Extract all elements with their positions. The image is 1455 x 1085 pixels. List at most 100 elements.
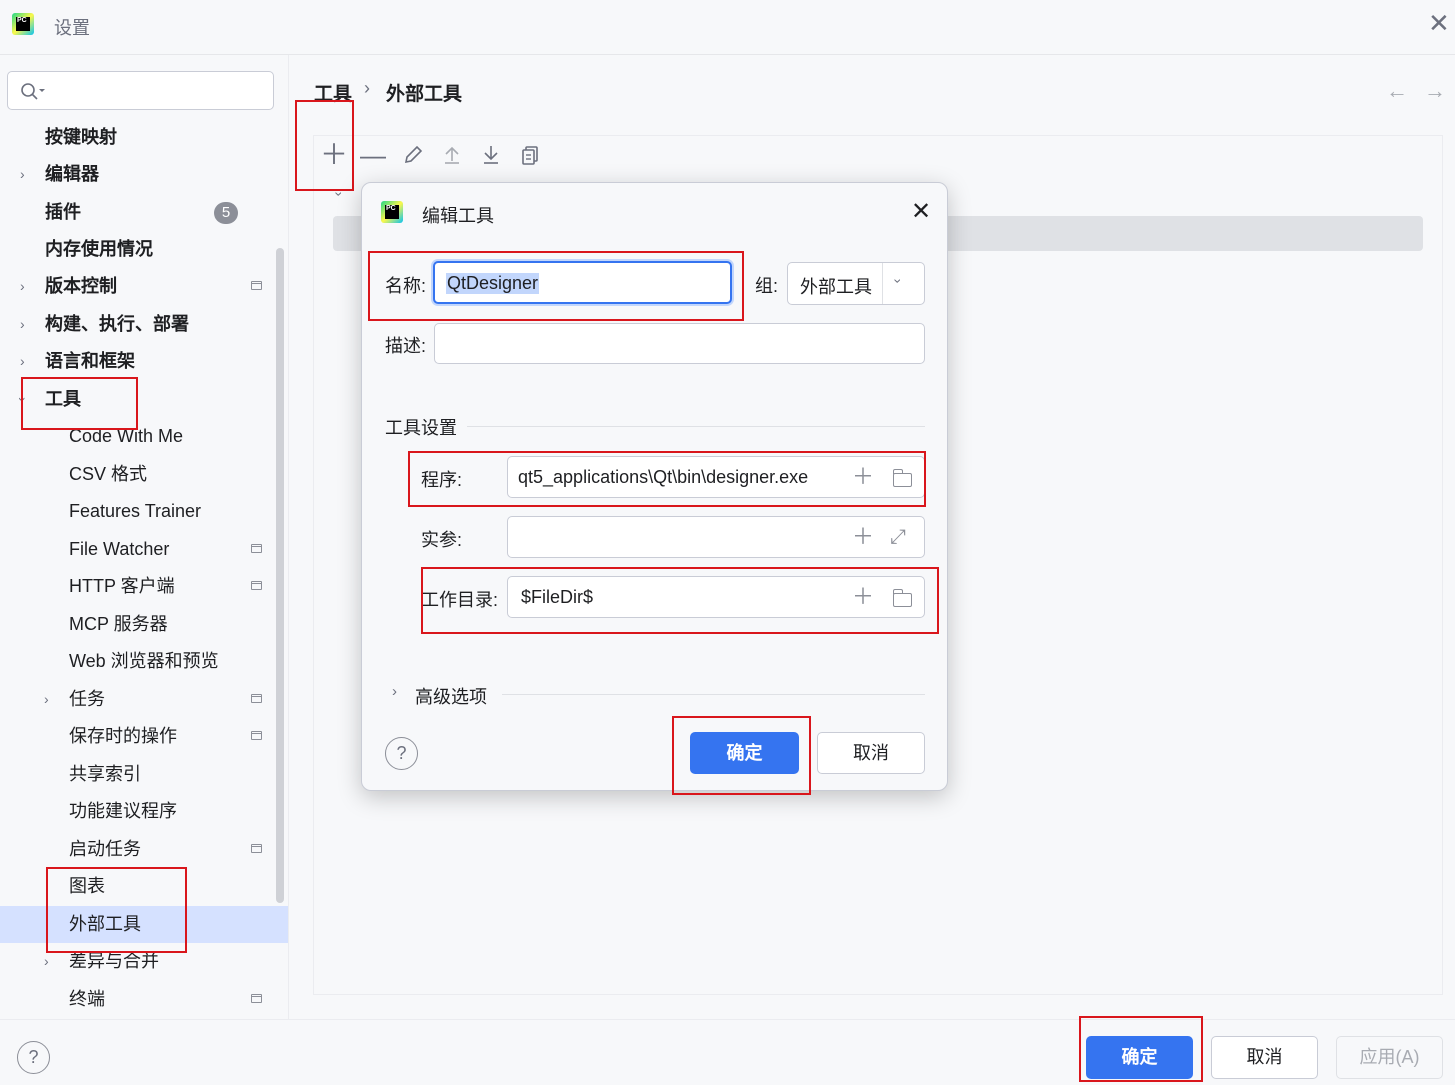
search-input[interactable] — [7, 71, 274, 110]
sidebar-item-label: 构建、执行、部署 — [45, 314, 189, 334]
browse-folder-icon[interactable] — [892, 589, 912, 607]
sidebar-item-keymap[interactable]: 按键映射 — [0, 119, 288, 156]
project-settings-icon — [251, 581, 262, 590]
advanced-options-toggle[interactable]: 高级选项 — [415, 683, 487, 709]
sidebar-item-label: 保存时的操作 — [69, 726, 177, 746]
sidebar-item-label: 功能建议程序 — [69, 801, 177, 821]
group-select-value: 外部工具 — [800, 277, 872, 297]
help-icon[interactable]: ? — [385, 737, 418, 770]
sidebar-item-label: 插件 — [45, 202, 81, 222]
sidebar-item-features-trainer[interactable]: Features Trainer — [0, 493, 288, 530]
project-settings-icon — [251, 994, 262, 1003]
chevron-right-icon[interactable]: › — [20, 306, 25, 343]
sidebar-item-memory[interactable]: 内存使用情况 — [0, 231, 288, 268]
sidebar-item-label: 外部工具 — [69, 914, 141, 934]
working-directory-value: $FileDir$ — [521, 587, 594, 607]
plugins-count-badge: 5 — [214, 202, 238, 224]
chevron-down-icon[interactable]: › — [4, 397, 41, 402]
dialog-title: 编辑工具 — [422, 206, 494, 226]
arguments-field[interactable]: ＋ ⤢ — [507, 516, 925, 558]
sidebar-item-actions-on-save[interactable]: 保存时的操作 — [0, 718, 288, 755]
project-settings-icon — [251, 844, 262, 853]
chevron-right-icon[interactable]: › — [392, 683, 397, 700]
sidebar-item-web-browsers[interactable]: Web 浏览器和预览 — [0, 643, 288, 680]
apply-button[interactable]: 应用(A) — [1336, 1036, 1443, 1079]
working-directory-field[interactable]: $FileDir$ ＋ — [507, 576, 925, 618]
sidebar-item-feature-suggester[interactable]: 功能建议程序 — [0, 793, 288, 830]
description-field[interactable] — [434, 323, 925, 364]
search-icon — [21, 83, 45, 100]
close-window-icon[interactable]: ✕ — [1428, 8, 1450, 39]
advanced-divider — [502, 694, 925, 695]
sidebar-item-label: 启动任务 — [69, 839, 141, 859]
sidebar-item-terminal[interactable]: 终端 — [0, 981, 288, 1018]
back-arrow-icon[interactable]: ← — [1386, 78, 1408, 104]
sidebar-item-shared-indexes[interactable]: 共享索引 — [0, 756, 288, 793]
close-dialog-icon[interactable]: ✕ — [911, 197, 931, 226]
description-label: 描述: — [385, 336, 427, 356]
select-divider — [882, 263, 883, 304]
chevron-right-icon[interactable]: › — [20, 343, 25, 380]
chevron-down-icon[interactable]: › — [331, 192, 347, 197]
browse-folder-icon[interactable] — [892, 469, 912, 487]
forward-arrow-icon[interactable]: → — [1424, 78, 1446, 104]
name-field-value: QtDesigner — [446, 273, 540, 294]
sidebar-item-file-watcher[interactable]: File Watcher — [0, 531, 288, 568]
sidebar-item-label: 版本控制 — [45, 276, 117, 296]
program-field[interactable]: qt5_applications\Qt\bin\designer.exe ＋ — [507, 456, 925, 498]
pycharm-logo-icon: PC — [12, 13, 34, 35]
insert-macro-icon[interactable]: ＋ — [852, 586, 874, 608]
copy-icon[interactable] — [515, 140, 545, 170]
name-field[interactable]: QtDesigner — [433, 261, 732, 304]
edit-pencil-icon[interactable] — [398, 140, 428, 170]
sidebar-item-mcp[interactable]: MCP 服务器 — [0, 606, 288, 643]
sidebar-item-tools[interactable]: › 工具 — [0, 381, 288, 418]
title-bar: PC 设置 ✕ — [0, 0, 1455, 55]
sidebar-item-external-tools[interactable]: 外部工具 — [0, 906, 288, 943]
sidebar-item-tasks[interactable]: › 任务 — [0, 681, 288, 718]
chevron-right-icon[interactable]: › — [44, 681, 49, 718]
working-directory-label: 工作目录: — [421, 590, 499, 610]
chevron-right-icon[interactable]: › — [44, 943, 49, 980]
dialog-cancel-button[interactable]: 取消 — [817, 732, 925, 774]
sidebar-item-label: CSV 格式 — [69, 464, 148, 484]
expand-icon[interactable]: ⤢ — [890, 526, 906, 548]
insert-macro-icon[interactable]: ＋ — [852, 526, 874, 548]
sidebar-item-csv[interactable]: CSV 格式 — [0, 456, 288, 493]
chevron-right-icon[interactable]: › — [20, 268, 25, 305]
insert-macro-icon[interactable]: ＋ — [852, 466, 874, 488]
sidebar-item-vcs[interactable]: › 版本控制 — [0, 268, 288, 305]
dialog-ok-button[interactable]: 确定 — [690, 732, 799, 774]
help-icon[interactable]: ? — [17, 1041, 50, 1074]
sidebar-item-editor[interactable]: › 编辑器 — [0, 156, 288, 193]
sidebar-item-http-client[interactable]: HTTP 客户端 — [0, 568, 288, 605]
remove-icon[interactable]: — — [358, 140, 388, 170]
arguments-label: 实参: — [421, 530, 463, 550]
sidebar-item-label: 内存使用情况 — [45, 239, 153, 259]
sidebar-item-label: Features Trainer — [69, 501, 202, 521]
program-label: 程序: — [421, 470, 463, 490]
sidebar-item-label: 任务 — [69, 689, 105, 709]
sidebar-item-code-with-me[interactable]: Code With Me — [0, 418, 288, 455]
sidebar-item-languages[interactable]: › 语言和框架 — [0, 343, 288, 380]
sidebar-item-startup-tasks[interactable]: 启动任务 — [0, 831, 288, 868]
sidebar-item-diff-merge[interactable]: › 差异与合并 — [0, 943, 288, 980]
sidebar-item-diagrams[interactable]: 图表 — [0, 868, 288, 905]
group-select[interactable]: 外部工具 › — [787, 262, 925, 305]
sidebar-item-label: 语言和框架 — [45, 351, 135, 371]
add-icon[interactable]: ＋ — [319, 140, 349, 170]
chevron-right-icon[interactable]: › — [20, 156, 25, 193]
move-down-icon[interactable] — [476, 140, 506, 170]
section-divider — [467, 426, 925, 427]
breadcrumb-separator: › — [364, 78, 370, 98]
window-title: 设置 — [54, 18, 90, 38]
move-up-icon[interactable] — [437, 140, 467, 170]
cancel-button[interactable]: 取消 — [1211, 1036, 1318, 1079]
breadcrumb-parent[interactable]: 工具 — [314, 79, 352, 106]
chevron-down-icon[interactable]: › — [890, 279, 906, 284]
sidebar-item-label: 按键映射 — [45, 127, 117, 147]
sidebar-item-build[interactable]: › 构建、执行、部署 — [0, 306, 288, 343]
ok-button[interactable]: 确定 — [1086, 1036, 1193, 1079]
pycharm-logo-icon: PC — [381, 201, 403, 223]
sidebar-item-plugins[interactable]: 插件 5 — [0, 194, 288, 231]
